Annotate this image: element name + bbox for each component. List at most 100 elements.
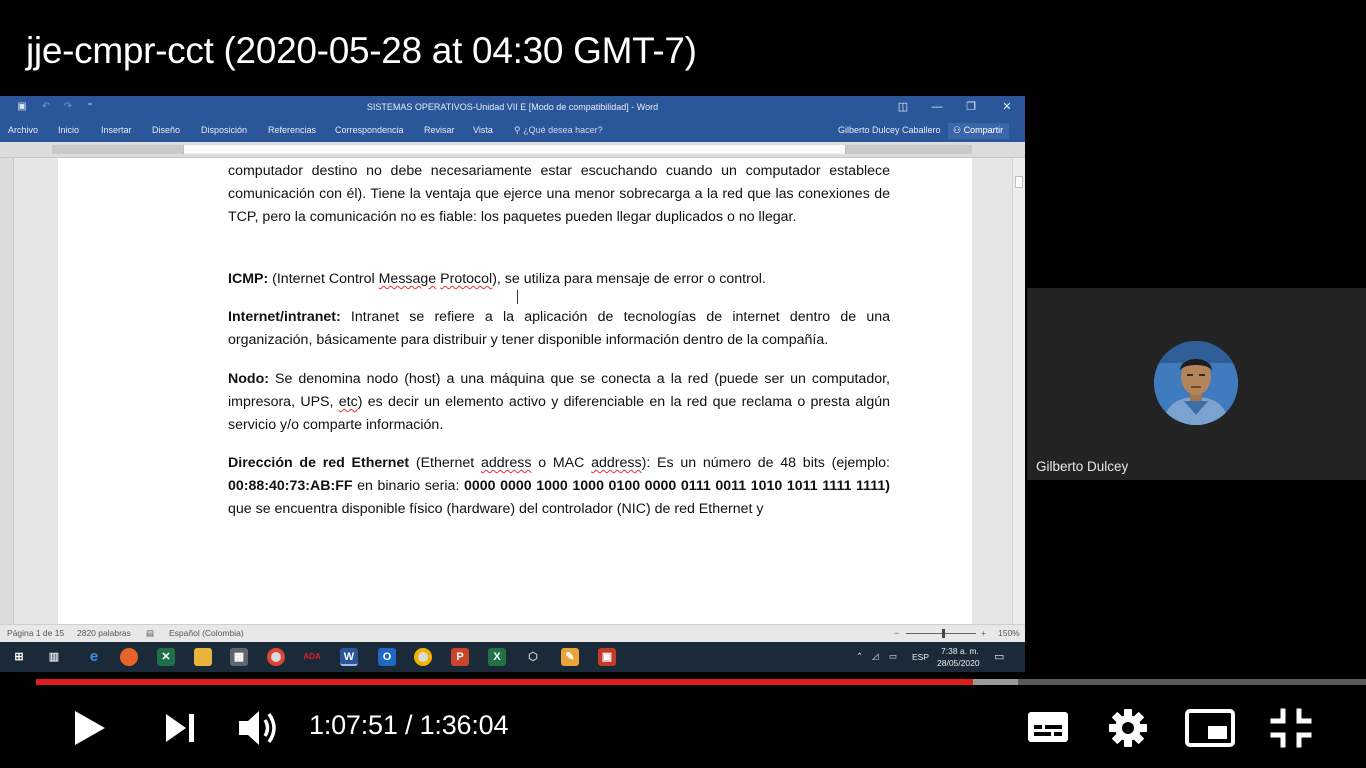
close-icon[interactable]: ✕ — [992, 99, 1022, 115]
zoom-slider[interactable] — [906, 633, 976, 634]
avatar-photo — [1154, 341, 1238, 425]
settings-gear-icon[interactable] — [1108, 708, 1148, 748]
ribbon-tab-inicio[interactable]: Inicio — [58, 125, 79, 135]
tray-language[interactable]: ESP — [912, 652, 929, 662]
paint-tool-icon[interactable]: ✎ — [561, 648, 579, 666]
progress-played — [36, 679, 974, 685]
task-view-icon[interactable]: ▥ — [45, 648, 63, 666]
text-span: ), se utiliza para mensaje de error o co… — [492, 271, 766, 287]
edge-icon[interactable]: e — [85, 648, 103, 666]
chrome-2-icon[interactable] — [414, 648, 432, 666]
play-icon[interactable] — [70, 708, 110, 748]
calculator-icon[interactable]: ▦ — [230, 648, 248, 666]
text-span: que se encuentra disponible físico (hard… — [228, 501, 764, 517]
participant-name: Gilberto Dulcey — [1036, 459, 1129, 474]
maximize-icon[interactable]: ❐ — [956, 99, 986, 115]
ribbon-tab-vista[interactable]: Vista — [473, 125, 493, 135]
miniplayer-icon[interactable] — [1184, 708, 1236, 748]
tray-date[interactable]: 28/05/2020 — [937, 658, 980, 668]
windows-start-icon[interactable]: ⊞ — [10, 648, 28, 666]
ribbon-tab-revisar[interactable]: Revisar — [424, 125, 455, 135]
document-area[interactable]: computador destino no debe necesariament… — [14, 158, 1012, 624]
spell-error: Protocol — [440, 271, 493, 287]
mac-example: 00:88:40:73:AB:FF — [228, 478, 353, 494]
scrollbar-thumb[interactable] — [1015, 176, 1023, 188]
horizontal-ruler[interactable] — [0, 142, 1025, 158]
tray-overflow-icon[interactable]: ⌃ — [856, 651, 863, 662]
share-label: Compartir — [963, 125, 1004, 135]
signed-in-user[interactable]: Gilberto Dulcey Caballero — [838, 125, 941, 135]
mouse-ibeam-cursor — [517, 290, 525, 304]
term-intranet: Internet/intranet: — [228, 309, 341, 325]
excel-green-icon[interactable]: ✕ — [157, 648, 175, 666]
paragraph-icmp: ICMP: (Internet Control Message Protocol… — [228, 268, 890, 291]
participant-tile[interactable]: Gilberto Dulcey — [1027, 288, 1366, 480]
notifications-icon[interactable]: ▭ — [994, 650, 1004, 663]
tell-me-label: ¿Qué desea hacer? — [523, 125, 603, 135]
ribbon-display-icon[interactable]: ◫ — [888, 99, 918, 115]
tray-time[interactable]: 7:38 a. m. — [941, 646, 979, 656]
share-button[interactable]: ⚇ Compartir — [948, 123, 1010, 139]
spell-error: address — [591, 455, 642, 471]
exit-fullscreen-icon[interactable] — [1270, 708, 1312, 748]
word-icon[interactable]: W — [340, 648, 358, 666]
tell-me-search[interactable]: ⚲ ¿Qué desea hacer? — [514, 125, 603, 136]
term-ethernet: Dirección de red Ethernet — [228, 455, 410, 471]
chrome-icon[interactable] — [267, 648, 285, 666]
text-span: o MAC — [531, 455, 592, 471]
text-span: ): Es un número de 48 bits (ejemplo: — [641, 455, 890, 471]
paragraph-intranet: Internet/intranet: Intranet se refiere a… — [228, 306, 890, 352]
ribbon-tab-insertar[interactable]: Insertar — [101, 125, 132, 135]
excel-icon[interactable]: X — [488, 648, 506, 666]
document-scrollbar[interactable] — [1012, 158, 1025, 624]
zoom-in-icon[interactable]: + — [981, 628, 986, 638]
3d-viewer-icon[interactable]: ⬡ — [524, 648, 542, 666]
firefox-icon[interactable] — [120, 648, 138, 666]
acrobat-icon[interactable]: ADA — [303, 648, 321, 666]
status-language[interactable]: Español (Colombia) — [169, 628, 244, 638]
person-icon: ⚇ — [953, 125, 962, 135]
battery-icon[interactable]: ▭ — [889, 651, 897, 662]
subtitles-icon[interactable] — [1026, 710, 1070, 744]
powerpoint-icon[interactable]: P — [451, 648, 469, 666]
text-span: en binario seria: — [352, 478, 464, 494]
ruler-margin-left — [52, 145, 183, 154]
status-words[interactable]: 2820 palabras — [77, 628, 131, 638]
ribbon-tab-archivo[interactable]: Archivo — [8, 125, 38, 135]
zoom-level[interactable]: 150% — [998, 628, 1020, 638]
video-title[interactable]: jje-cmpr-cct (2020-05-28 at 04:30 GMT-7) — [26, 30, 697, 72]
network-icon[interactable]: ◿ — [872, 651, 879, 662]
proofing-icon[interactable]: ▤ — [146, 628, 154, 639]
zoom-out-icon[interactable]: − — [894, 628, 899, 638]
document-page[interactable]: computador destino no debe necesariament… — [58, 158, 972, 624]
ribbon-tab-correspondencia[interactable]: Correspondencia — [335, 125, 404, 135]
paragraph-nodo: Nodo: Se denomina nodo (host) a una máqu… — [228, 368, 890, 437]
word-ribbon: Archivo Inicio Insertar Diseño Disposici… — [0, 120, 1025, 142]
presentation-app-icon[interactable]: ▣ — [598, 648, 616, 666]
zoom-slider-thumb[interactable] — [942, 629, 945, 638]
ribbon-tab-diseno[interactable]: Diseño — [152, 125, 180, 135]
binary-example: 0000 0000 1000 1000 0100 0000 0111 0011 … — [463, 478, 890, 494]
ribbon-tab-referencias[interactable]: Referencias — [268, 125, 316, 135]
text-span: (Ethernet — [409, 455, 481, 471]
spell-error: address — [480, 455, 532, 471]
spell-error: etc — [338, 394, 358, 410]
ribbon-tab-disposicion[interactable]: Disposición — [201, 125, 247, 135]
lightbulb-icon: ⚲ — [514, 125, 521, 135]
status-page[interactable]: Página 1 de 15 — [7, 628, 64, 638]
next-video-icon[interactable] — [162, 711, 198, 745]
word-statusbar: Página 1 de 15 2820 palabras ▤ Español (… — [0, 624, 1025, 642]
volume-icon[interactable] — [236, 706, 282, 750]
outlook-icon[interactable]: O — [378, 648, 396, 666]
video-progress-bar[interactable] — [36, 679, 1366, 685]
time-separator: / — [397, 710, 420, 740]
term-nodo: Nodo: — [228, 371, 269, 387]
duration: 1:36:04 — [419, 710, 509, 740]
minimize-icon[interactable]: — — [922, 99, 952, 115]
current-time: 1:07:51 — [309, 710, 398, 740]
paragraph-ethernet: Dirección de red Ethernet (Ethernet addr… — [228, 452, 890, 521]
shared-screen: ▣ ↶ ↷ ⁼ SISTEMAS OPERATIVOS-Unidad VII E… — [0, 96, 1025, 672]
vertical-ruler — [0, 158, 14, 624]
participant-avatar — [1154, 341, 1238, 425]
file-explorer-icon[interactable] — [194, 648, 212, 666]
